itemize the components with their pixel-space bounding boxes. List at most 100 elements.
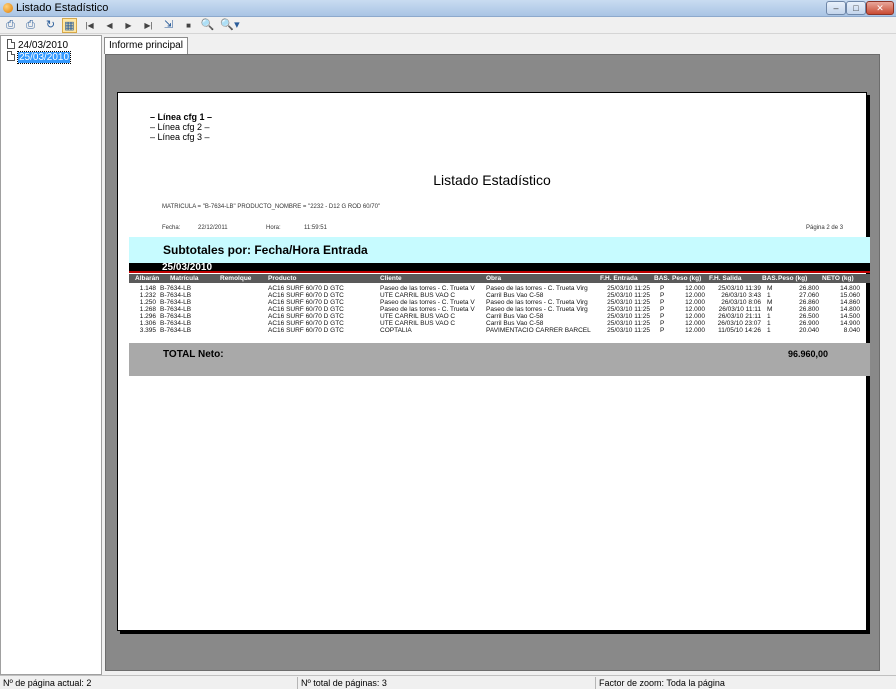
cell-bas-entrada: P	[660, 292, 665, 299]
stop-icon[interactable]: ■	[181, 18, 196, 33]
cell-albaran: 1.232	[139, 292, 156, 299]
cell-peso-salida: 20.040	[799, 327, 819, 334]
col-remolque: Remolque	[220, 275, 252, 282]
subtotal-title: Subtotales por: Fecha/Hora Entrada	[163, 243, 368, 257]
group-date: 25/03/2010	[162, 262, 213, 273]
cell-producto: AC16 SURF 60/70 D GTC	[268, 285, 344, 292]
group-date-bar: 25/03/2010	[129, 263, 870, 273]
cell-bas-salida: 1	[767, 327, 771, 334]
export-icon[interactable]: ⇲	[161, 18, 176, 33]
first-page-icon[interactable]: |◀	[82, 18, 97, 33]
cell-peso-salida: 26.800	[799, 285, 819, 292]
minimize-button[interactable]: –	[826, 1, 846, 15]
cell-obra: Carril Bus Vao C-58	[486, 320, 544, 327]
cell-cliente: Paseo de las torres - C. Trueta V	[380, 306, 475, 313]
cell-peso-entrada: 12.000	[685, 327, 705, 334]
cell-neto: 14.900	[840, 320, 860, 327]
col-bas-salida: BAS.	[762, 275, 778, 282]
prev-page-icon[interactable]: ◀	[102, 18, 117, 33]
cell-obra: Paseo de las torres - C. Trueta Virg	[486, 285, 588, 292]
table-row: 1.268 B-7634-LB AC16 SURF 60/70 D GTC Paseo…	[129, 306, 870, 313]
col-neto: NETO (kg)	[822, 275, 854, 282]
cell-neto: 8.040	[843, 327, 860, 334]
col-obra: Obra	[486, 275, 502, 282]
tab-bar: Informe principal	[104, 35, 896, 54]
tree-item-label: 24/03/2010	[18, 40, 69, 51]
app-icon	[3, 3, 13, 13]
cell-cliente: COPTALIA	[380, 327, 412, 334]
report-viewer[interactable]: – Línea cfg 1 – – Línea cfg 2 – – Línea …	[105, 54, 880, 671]
vertical-scrollbar[interactable]	[880, 54, 896, 671]
table-row: 3.395 B-7634-LB AC16 SURF 60/70 D GTC COPTA…	[129, 327, 870, 334]
table-row: 1.306 B-7634-LB AC16 SURF 60/70 D GTC UTE C…	[129, 320, 870, 327]
tree-item-label: 25/03/2010	[16, 51, 72, 64]
cell-matricula: B-7634-LB	[160, 299, 192, 306]
table-row: 1.232 B-7634-LB AC16 SURF 60/70 D GTC UTE C…	[129, 292, 870, 299]
document-icon	[7, 39, 15, 50]
close-button[interactable]: ✕	[866, 1, 894, 15]
last-page-icon[interactable]: ▶|	[141, 18, 156, 33]
cell-producto: AC16 SURF 60/70 D GTC	[268, 313, 344, 320]
col-cliente: Cliente	[380, 275, 402, 282]
cell-matricula: B-7634-LB	[160, 306, 192, 313]
maximize-button[interactable]: □	[846, 1, 866, 15]
table-row: 1.148 B-7634-LB AC16 SURF 60/70 D GTC Paseo…	[129, 285, 870, 292]
search-options-icon[interactable]: 🔍▾	[220, 18, 240, 33]
cell-obra: PAVIMENTACIO CARRER BARCEL	[486, 327, 591, 334]
cell-peso-entrada: 12.000	[685, 299, 705, 306]
hora-value: 11:59:51	[304, 225, 327, 231]
cell-neto: 15.060	[840, 292, 860, 299]
col-bas-entrada: BAS.	[654, 275, 670, 282]
total-value: 96.960,00	[788, 349, 829, 359]
search-icon[interactable]: 🔍	[200, 18, 215, 33]
cell-peso-entrada: 12.000	[685, 292, 705, 299]
group-tree: 24/03/2010 25/03/2010	[0, 35, 102, 675]
table-row: 1.250 B-7634-LB AC16 SURF 60/70 D GTC Paseo…	[129, 299, 870, 306]
cell-producto: AC16 SURF 60/70 D GTC	[268, 299, 344, 306]
cell-producto: AC16 SURF 60/70 D GTC	[268, 292, 344, 299]
status-separator	[595, 677, 596, 689]
cell-cliente: Paseo de las torres - C. Trueta V	[380, 285, 475, 292]
cell-peso-salida: 26.800	[799, 306, 819, 313]
report-page: – Línea cfg 1 – – Línea cfg 2 – – Línea …	[117, 92, 870, 631]
refresh-icon[interactable]: ↻	[43, 18, 58, 33]
tree-item[interactable]: 25/03/2010	[7, 51, 72, 64]
cell-matricula: B-7634-LB	[160, 292, 192, 299]
cell-bas-salida: M	[767, 299, 773, 306]
cell-bas-entrada: P	[660, 285, 665, 292]
cell-bas-entrada: P	[660, 327, 665, 334]
report-viewer-window: Listado Estadístico – □ ✕ ⎙ ⎙ ↻ ▦ |◀ ◀ ▶…	[0, 0, 896, 689]
total-label: TOTAL Neto:	[163, 349, 224, 360]
cell-peso-salida: 26.900	[799, 320, 819, 327]
tree-toggle-icon[interactable]: ▦	[62, 18, 77, 33]
cell-fh-entrada: 25/03/10 11:25	[607, 299, 650, 306]
cell-fh-entrada: 25/03/10 11:25	[607, 327, 650, 334]
col-albaran: Albarán	[135, 275, 160, 282]
fecha-value: 22/12/2011	[198, 225, 228, 231]
print-setup-icon[interactable]: ⎙	[23, 18, 38, 33]
tab-informe-principal[interactable]: Informe principal	[104, 37, 188, 54]
filter-text: MATRICULA = "B-7634-LB" PRODUCTO_NOMBRE …	[162, 204, 381, 210]
cell-bas-salida: 1	[767, 313, 771, 320]
header-line-2: – Línea cfg 2 –	[150, 122, 210, 132]
report-title: Listado Estadístico	[433, 172, 551, 188]
fecha-label: Fecha:	[162, 225, 181, 231]
cell-peso-salida: 27.060	[799, 292, 819, 299]
col-peso-entrada: Peso (kg)	[672, 275, 702, 282]
cell-fh-entrada: 25/03/10 11:25	[607, 292, 650, 299]
status-bar: Nº de página actual: 2 Nº total de págin…	[0, 675, 896, 689]
cell-bas-salida: 1	[767, 292, 771, 299]
print-icon[interactable]: ⎙	[3, 18, 18, 33]
status-separator	[297, 677, 298, 689]
next-page-icon[interactable]: ▶	[121, 18, 136, 33]
cell-cliente: UTE CARRIL BUS VAO C	[380, 313, 456, 320]
cell-peso-salida: 26.860	[799, 299, 819, 306]
toolbar: ⎙ ⎙ ↻ ▦ |◀ ◀ ▶ ▶| ⇲ ■ 🔍 🔍▾	[0, 17, 896, 34]
status-zoom: Factor de zoom: Toda la página	[599, 678, 725, 688]
cell-matricula: B-7634-LB	[160, 285, 192, 292]
cell-neto: 14.800	[840, 285, 860, 292]
cell-matricula: B-7634-LB	[160, 320, 192, 327]
cell-bas-salida: M	[767, 306, 773, 313]
cell-matricula: B-7634-LB	[160, 327, 192, 334]
cell-neto: 14.500	[840, 313, 860, 320]
